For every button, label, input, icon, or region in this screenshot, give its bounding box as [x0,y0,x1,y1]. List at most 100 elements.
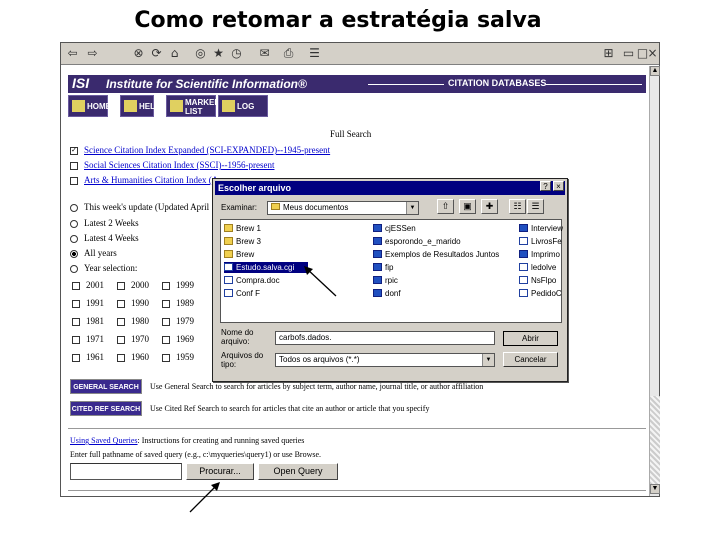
file-item[interactable]: fip [373,262,393,273]
timespan-option[interactable]: All years [70,248,117,258]
details-view-icon[interactable]: ☰ [527,199,544,214]
home-button[interactable]: HOME [68,95,111,117]
file-item[interactable]: Brew 3 [224,236,261,247]
checkbox[interactable] [162,299,170,308]
file-item[interactable]: donf [373,288,401,299]
help-icon[interactable]: ? [540,181,551,191]
database-option[interactable]: Arts & Humanities Citation Index (A [70,175,218,185]
checkbox[interactable] [162,281,170,290]
desktop-icon[interactable]: ▣ [459,199,476,214]
open-button[interactable]: Abrir [503,331,558,346]
checkbox[interactable] [72,317,80,326]
timespan-option[interactable]: This week's update (Updated April [70,202,209,212]
cancel-button[interactable]: Cancelar [503,352,558,367]
database-link[interactable]: Arts & Humanities Citation Index (A [84,175,218,185]
checkbox[interactable] [72,353,80,362]
file-item[interactable]: Exemplos de Resultados Juntos [373,249,499,260]
radio-button[interactable] [70,234,78,243]
scroll-track[interactable] [650,396,660,484]
general-search-button[interactable]: GENERAL SEARCH [70,379,142,394]
checkbox[interactable] [162,317,170,326]
minimize-icon[interactable]: ▭ [621,46,636,61]
close-icon[interactable]: × [553,181,564,191]
favorites-icon[interactable]: ★ [211,46,226,61]
timespan-option[interactable]: Year selection: [70,263,137,273]
open-query-button[interactable]: Open Query [258,463,338,480]
forward-icon[interactable]: ⇨ [85,46,100,61]
look-in-select[interactable]: Meus documentos ▼ [267,201,419,215]
scroll-up-icon[interactable]: ▲ [650,66,660,76]
saved-query-path-input[interactable] [70,463,182,480]
file-item[interactable]: cjESSen [373,223,416,234]
radio-button-selected[interactable] [70,249,78,258]
timespan-option[interactable]: Latest 4 Weeks [70,233,139,243]
stop-icon[interactable]: ⊗ [131,46,146,61]
help-button[interactable]: HELP [120,95,160,117]
year-option[interactable]: 1979 [162,316,194,326]
filename-input[interactable]: carbofs.dados. [275,331,495,345]
checkbox[interactable]: ✓ [70,146,78,155]
refresh-icon[interactable]: ⟳ [149,46,164,61]
print-icon[interactable]: ⎙ [281,46,296,61]
checkbox[interactable] [117,299,125,308]
year-option[interactable]: 1960 [117,352,149,362]
year-option[interactable]: 2001 [72,280,104,290]
new-folder-icon[interactable]: ✚ [481,199,498,214]
radio-button[interactable] [70,264,78,273]
database-link[interactable]: Social Sciences Citation Index (SSCI)--1… [84,160,274,170]
scroll-down-icon[interactable]: ▼ [650,484,660,494]
search-icon[interactable]: ◎ [193,46,208,61]
radio-button[interactable] [70,203,78,212]
vertical-scrollbar[interactable]: ▲ ▼ [649,66,660,496]
file-item[interactable]: LivrosFe [519,236,562,247]
file-item[interactable]: Imprimo [519,249,560,260]
year-option[interactable]: 1990 [117,298,149,308]
file-item[interactable]: Compra.doc [224,275,280,286]
file-item[interactable]: Brew 1 [224,223,261,234]
file-item-selected[interactable]: Estudo.salva.cgi [224,262,308,273]
filetype-select[interactable]: Todos os arquivos (*.*) ▼ [275,353,495,367]
file-list[interactable]: Brew 1 Brew 3 Brew Estudo.salva.cgi Comp… [220,219,563,323]
close-icon[interactable]: × [645,46,660,61]
chevron-down-icon[interactable]: ▼ [406,202,418,214]
database-option[interactable]: Social Sciences Citation Index (SSCI)--1… [70,160,274,170]
year-option[interactable]: 1991 [72,298,104,308]
checkbox[interactable] [117,281,125,290]
history-icon[interactable]: ◷ [229,46,244,61]
checkbox[interactable] [117,353,125,362]
file-item[interactable]: PedidoC [519,288,562,299]
file-item[interactable]: esporondo_e_marido [373,236,461,247]
edit-icon[interactable]: ☰ [307,46,322,61]
timespan-option[interactable]: Latest 2 Weeks [70,218,139,228]
file-item[interactable]: Interview [519,223,563,234]
home-icon[interactable]: ⌂ [167,46,182,61]
year-option[interactable]: 1971 [72,334,104,344]
up-folder-icon[interactable]: ⇧ [437,199,454,214]
file-item[interactable]: NsFlpo [519,275,556,286]
marked-list-button[interactable]: MARKED LIST [166,95,220,117]
file-item[interactable]: rpic [373,275,398,286]
checkbox[interactable] [117,335,125,344]
database-link[interactable]: Science Citation Index Expanded (SCI-EXP… [84,145,330,155]
checkbox[interactable] [162,335,170,344]
year-option[interactable]: 1989 [162,298,194,308]
chevron-down-icon[interactable]: ▼ [482,354,494,366]
checkbox[interactable] [70,176,78,185]
cited-ref-search-button[interactable]: CITED REF SEARCH [70,401,142,416]
year-option[interactable]: 1961 [72,352,104,362]
checkbox[interactable] [72,299,80,308]
year-option[interactable]: 1969 [162,334,194,344]
year-option[interactable]: 1980 [117,316,149,326]
year-option[interactable]: 1981 [72,316,104,326]
radio-button[interactable] [70,219,78,228]
checkbox[interactable] [162,353,170,362]
checkbox[interactable] [117,317,125,326]
year-option[interactable]: 1999 [162,280,194,290]
mail-icon[interactable]: ✉ [257,46,272,61]
file-item[interactable]: ledolve [519,262,556,273]
list-view-icon[interactable]: ☷ [509,199,526,214]
file-item[interactable]: Conf F [224,288,260,299]
checkbox[interactable] [72,335,80,344]
logoff-button[interactable]: LOG OFF [218,95,268,133]
database-option[interactable]: ✓ Science Citation Index Expanded (SCI-EX… [70,145,330,155]
